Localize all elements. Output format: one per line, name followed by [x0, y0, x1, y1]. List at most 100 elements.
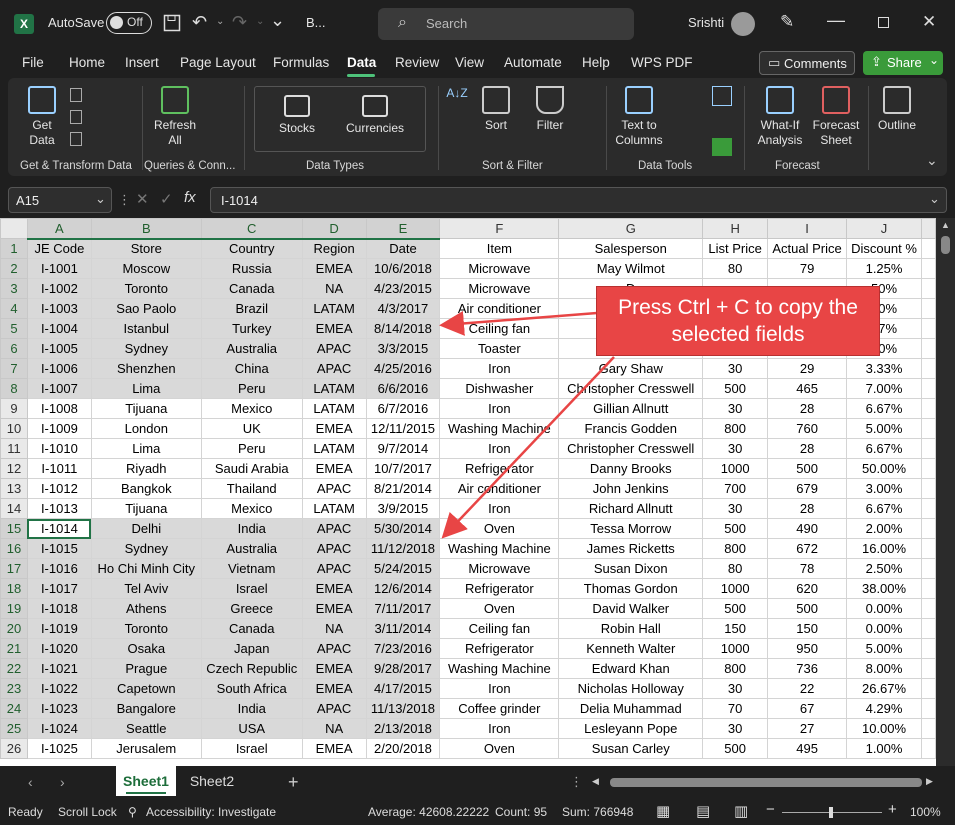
- cell[interactable]: Prague: [90, 658, 202, 679]
- normal-view-icon[interactable]: ▦: [656, 802, 670, 820]
- header-cell[interactable]: Country: [200, 238, 303, 259]
- more-quick-access-icon[interactable]: ⌄: [270, 10, 285, 31]
- formula-input[interactable]: I-1014 ⌄: [210, 187, 947, 213]
- cell[interactable]: Tel Aviv: [90, 578, 202, 599]
- cell[interactable]: [921, 238, 936, 259]
- cell[interactable]: APAC: [301, 338, 367, 359]
- cell[interactable]: I-1014: [26, 518, 92, 539]
- cell[interactable]: India: [200, 518, 303, 539]
- cell[interactable]: Ceiling fan: [439, 318, 560, 339]
- cell[interactable]: Robin Hall: [558, 618, 704, 639]
- cell[interactable]: 26.67%: [846, 678, 923, 699]
- column-header-h[interactable]: H: [702, 218, 769, 239]
- cell[interactable]: Sydney: [90, 538, 202, 559]
- cell[interactable]: [921, 378, 936, 399]
- cell[interactable]: EMEA: [301, 258, 367, 279]
- cell[interactable]: EMEA: [301, 318, 367, 339]
- cell[interactable]: 1.00%: [846, 738, 923, 759]
- row-header[interactable]: 26: [0, 738, 28, 759]
- column-header-a[interactable]: A: [26, 218, 92, 240]
- cell[interactable]: EMEA: [301, 458, 367, 479]
- cell[interactable]: 1000: [702, 578, 769, 599]
- comments-button[interactable]: ▭ Comments: [759, 51, 855, 75]
- cell[interactable]: Delia Muhammad: [558, 698, 704, 719]
- cell[interactable]: 736: [767, 658, 848, 679]
- cell[interactable]: Toaster: [439, 338, 560, 359]
- cell[interactable]: EMEA: [301, 678, 367, 699]
- sort-az-button[interactable]: A↓Z: [446, 86, 468, 101]
- cell[interactable]: London: [90, 418, 202, 439]
- select-all-corner[interactable]: [0, 218, 28, 239]
- cell[interactable]: [921, 678, 936, 699]
- cell[interactable]: 1.25%: [846, 258, 923, 279]
- cell[interactable]: 30: [702, 438, 769, 459]
- cell[interactable]: 12/6/2014: [365, 578, 441, 599]
- cell[interactable]: Tijuana: [90, 498, 202, 519]
- header-cell[interactable]: Store: [90, 238, 202, 259]
- row-header[interactable]: 8: [0, 378, 28, 399]
- cell[interactable]: NA: [301, 718, 367, 739]
- cell[interactable]: Australia: [200, 538, 303, 559]
- cell[interactable]: Edward Khan: [558, 658, 704, 679]
- cell[interactable]: 30: [702, 718, 769, 739]
- cell[interactable]: Refrigerator: [439, 458, 560, 479]
- zoom-slider-thumb[interactable]: [829, 807, 833, 818]
- cell[interactable]: 6/6/2016: [365, 378, 441, 399]
- cell[interactable]: 1000: [702, 458, 769, 479]
- get-data-small-buttons[interactable]: [70, 86, 126, 154]
- cell[interactable]: 500: [767, 458, 848, 479]
- cell[interactable]: Iron: [439, 498, 560, 519]
- cell[interactable]: 28: [767, 438, 848, 459]
- cell[interactable]: Iron: [439, 438, 560, 459]
- cell[interactable]: 27: [767, 718, 848, 739]
- cell[interactable]: APAC: [301, 518, 367, 539]
- tab-insert[interactable]: Insert: [125, 55, 159, 70]
- cell[interactable]: EMEA: [301, 658, 367, 679]
- cell[interactable]: 28: [767, 398, 848, 419]
- header-cell[interactable]: JE Code: [26, 238, 92, 259]
- tab-splitter-icon[interactable]: ⋮: [570, 774, 583, 790]
- cell[interactable]: Ceiling fan: [439, 618, 560, 639]
- cell[interactable]: John Jenkins: [558, 478, 704, 499]
- cell[interactable]: Greece: [200, 598, 303, 619]
- vertical-scroll-thumb[interactable]: [941, 236, 950, 254]
- cell[interactable]: 78: [767, 558, 848, 579]
- zoom-in-icon[interactable]: +: [888, 801, 897, 818]
- cell[interactable]: 3/9/2015: [365, 498, 441, 519]
- column-header-c[interactable]: C: [200, 218, 303, 240]
- cell[interactable]: LATAM: [301, 438, 367, 459]
- cell[interactable]: Gary Shaw: [558, 358, 704, 379]
- cell[interactable]: Bangkok: [90, 478, 202, 499]
- vertical-scrollbar[interactable]: ▲: [936, 218, 955, 766]
- scroll-up-icon[interactable]: ▲: [941, 220, 950, 230]
- cell[interactable]: I-1006: [26, 358, 92, 379]
- cell[interactable]: 700: [702, 478, 769, 499]
- undo-icon[interactable]: ↶: [192, 12, 207, 33]
- row-header[interactable]: 22: [0, 658, 28, 679]
- cell[interactable]: 4/25/2016: [365, 358, 441, 379]
- cell[interactable]: Jerusalem: [90, 738, 202, 759]
- cell[interactable]: I-1003: [26, 298, 92, 319]
- stocks-button[interactable]: Stocks: [269, 95, 325, 136]
- cell[interactable]: 3/3/2015: [365, 338, 441, 359]
- cell[interactable]: I-1005: [26, 338, 92, 359]
- get-data-button[interactable]: Get Data: [20, 86, 64, 148]
- cell[interactable]: [921, 318, 936, 339]
- cell[interactable]: I-1020: [26, 638, 92, 659]
- cell[interactable]: 50.00%: [846, 458, 923, 479]
- cell[interactable]: Delhi: [90, 518, 202, 539]
- row-header[interactable]: 15: [0, 518, 28, 539]
- cell[interactable]: 4/23/2015: [365, 278, 441, 299]
- row-header[interactable]: 10: [0, 418, 28, 439]
- row-header[interactable]: 20: [0, 618, 28, 639]
- cell[interactable]: 79: [767, 258, 848, 279]
- data-validation-icon[interactable]: [712, 138, 732, 156]
- cell[interactable]: Vietnam: [200, 558, 303, 579]
- refresh-all-button[interactable]: Refresh All: [150, 86, 200, 148]
- cell[interactable]: Brazil: [200, 298, 303, 319]
- tab-review[interactable]: Review: [395, 55, 439, 70]
- save-icon[interactable]: [163, 14, 181, 32]
- cell[interactable]: Washing Machine: [439, 658, 560, 679]
- cell[interactable]: 2/20/2018: [365, 738, 441, 759]
- cell[interactable]: [921, 618, 936, 639]
